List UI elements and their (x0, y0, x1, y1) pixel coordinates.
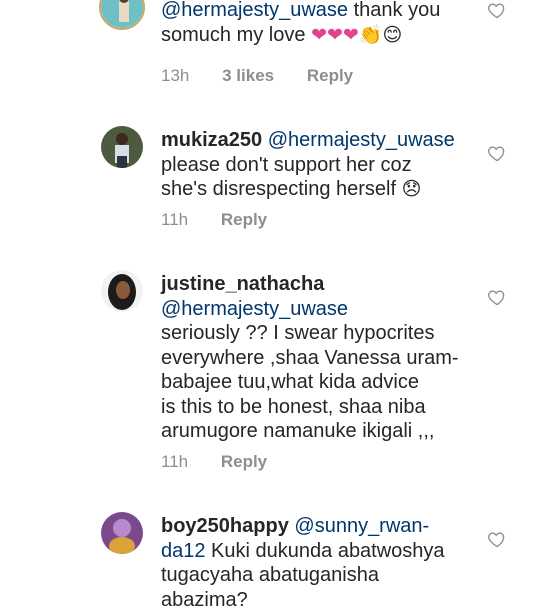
comment-time: 11h (161, 210, 188, 229)
comment-username[interactable]: boy250happy (161, 515, 289, 537)
comment-line: arumugore namanuke ikigali ,,, (161, 419, 481, 444)
comment-line: thank you (348, 0, 440, 21)
comment-text: justine_nathacha @hermajesty_uwase serio… (161, 272, 481, 444)
comment-meta: 13h 3 likes Reply (161, 66, 381, 86)
comment-line: somuch my love (161, 24, 311, 46)
comment-meta: 11h Reply (161, 210, 295, 230)
comment-line: Kuki dukunda abatwoshya (206, 540, 445, 562)
comment-text: boy250happy @sunny_rwan- da12 Kuki dukun… (161, 514, 481, 612)
heart-outline-icon[interactable] (487, 143, 507, 163)
hearts-emoji: ❤❤❤ (311, 25, 359, 46)
reply-button[interactable]: Reply (221, 210, 267, 229)
comment-time: 13h (161, 66, 189, 85)
avatar[interactable] (101, 126, 143, 168)
reply-button[interactable]: Reply (307, 66, 353, 85)
heart-outline-icon[interactable] (487, 529, 507, 549)
avatar[interactable] (101, 512, 143, 554)
comment-username[interactable]: mukiza250 (161, 129, 262, 151)
comment-line: tugacyaha abatuganisha (161, 563, 481, 588)
heart-outline-icon[interactable] (487, 287, 507, 307)
clap-smile-emoji: 👏😊 (359, 25, 402, 46)
mention-link[interactable]: @sunny_rwan- (294, 515, 429, 537)
comment-username[interactable]: justine_nathacha (161, 273, 324, 295)
mention-link-cont[interactable]: da12 (161, 540, 206, 562)
comment-time: 11h (161, 452, 188, 471)
likes-count[interactable]: 3 likes (222, 66, 274, 85)
comment-line: everywhere ,shaa Vanessa uram- (161, 346, 481, 371)
comment-line: seriously ?? I swear hypocrites (161, 321, 481, 346)
mention-link[interactable]: @hermajesty_uwase (161, 298, 348, 320)
comment-line: she's disrespecting herself (161, 178, 402, 200)
comment-text: mukiza250 @hermajesty_uwase please don't… (161, 128, 481, 203)
comment-meta: 11h Reply (161, 452, 295, 472)
avatar[interactable] (99, 0, 145, 30)
comment-line: babajee tuu,what kida advice (161, 370, 481, 395)
avatar[interactable] (101, 270, 143, 312)
mention-link[interactable]: @hermajesty_uwase (268, 129, 455, 151)
comment-line: please don't support her coz (161, 153, 481, 178)
mention-link[interactable]: @hermajesty_uwase (161, 0, 348, 21)
reply-button[interactable]: Reply (221, 452, 267, 471)
comment-line: is this to be honest, shaa niba (161, 395, 481, 420)
comment-text: sunny_rwanda12 @hermajesty_uwase thank y… (161, 0, 481, 48)
disappointed-emoji: 😞 (402, 179, 422, 200)
heart-outline-icon[interactable] (487, 0, 507, 20)
